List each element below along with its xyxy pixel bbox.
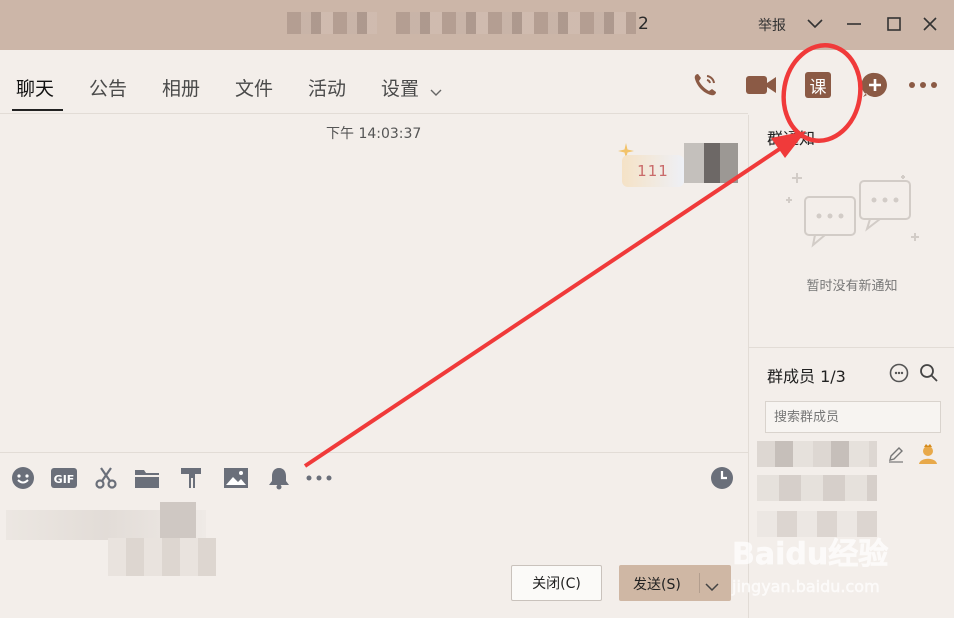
title-blurred [287,12,377,34]
edit-icon[interactable] [887,445,905,467]
emoji-icon[interactable] [10,465,36,491]
window-title-suffix: 2 [638,14,649,34]
send-separator [699,573,700,593]
active-tab-indicator [12,109,63,111]
tab-bar: 聊天 公告 相册 文件 活动 设置 [0,50,748,114]
maximize-button[interactable] [882,12,906,36]
more-icon[interactable] [906,68,940,102]
title-bar: 2 举报 [0,0,954,50]
report-button[interactable]: 举报 [758,15,786,35]
right-panel: 群通知 暂时没有新通知 群成员 1/3 [748,115,954,618]
member-settings-icon[interactable] [889,363,909,387]
blurred-content-3 [160,502,196,538]
empty-notice-illustration [785,167,925,261]
input-toolbar: GIF [0,452,748,502]
group-notice-title: 群通知 [767,129,816,148]
message-bubble[interactable]: 111 [622,155,684,187]
avatar[interactable] [684,143,738,183]
svg-text:GIF: GIF [54,473,75,486]
folder-icon[interactable] [134,465,160,491]
phone-call-icon[interactable] [688,68,722,102]
tab-chat[interactable]: 聊天 [16,74,54,101]
blurred-content-2 [108,538,216,576]
empty-notice-text: 暂时没有新通知 [806,279,898,294]
scissors-icon[interactable] [93,465,119,491]
bell-icon[interactable] [266,465,292,491]
screen-share-icon[interactable] [178,465,204,491]
chat-messages[interactable]: 下午 14:03:37 111 [0,115,748,452]
member-list-item[interactable] [757,475,877,501]
members-divider [749,347,954,348]
title-blurred-2 [396,12,636,34]
tab-settings[interactable]: 设置 [381,74,419,101]
owner-badge-icon [917,443,939,469]
tab-announcement[interactable]: 公告 [89,74,127,101]
close-window-button[interactable] [918,12,942,36]
message-text: 111 [637,162,669,180]
member-search-icon[interactable] [919,363,939,387]
gif-icon[interactable]: GIF [51,465,77,491]
settings-chevron-icon[interactable] [430,82,442,101]
course-icon[interactable]: 课 [801,68,835,102]
close-button[interactable]: 关闭(C) [511,565,602,601]
members-title: 群成员 1/3 [767,367,846,386]
video-call-icon[interactable] [744,68,778,102]
chevron-down-icon[interactable] [803,12,827,36]
tab-album[interactable]: 相册 [162,74,200,101]
member-list-item[interactable] [757,441,877,467]
history-clock-icon[interactable] [709,465,735,491]
image-icon[interactable] [223,465,249,491]
member-list-item[interactable] [757,511,877,537]
send-button-label: 发送(S) [633,577,681,593]
minimize-button[interactable] [842,12,866,36]
send-options-chevron-icon[interactable] [705,579,719,595]
more-tools-icon[interactable] [306,465,332,491]
message-timestamp: 下午 14:03:37 [326,126,422,142]
tab-files[interactable]: 文件 [235,74,273,101]
member-search-input[interactable] [765,401,941,433]
course-icon-label: 课 [805,72,831,98]
send-button[interactable]: 发送(S) [619,565,731,601]
add-chat-icon[interactable] [858,68,892,102]
tab-activity[interactable]: 活动 [308,74,346,101]
